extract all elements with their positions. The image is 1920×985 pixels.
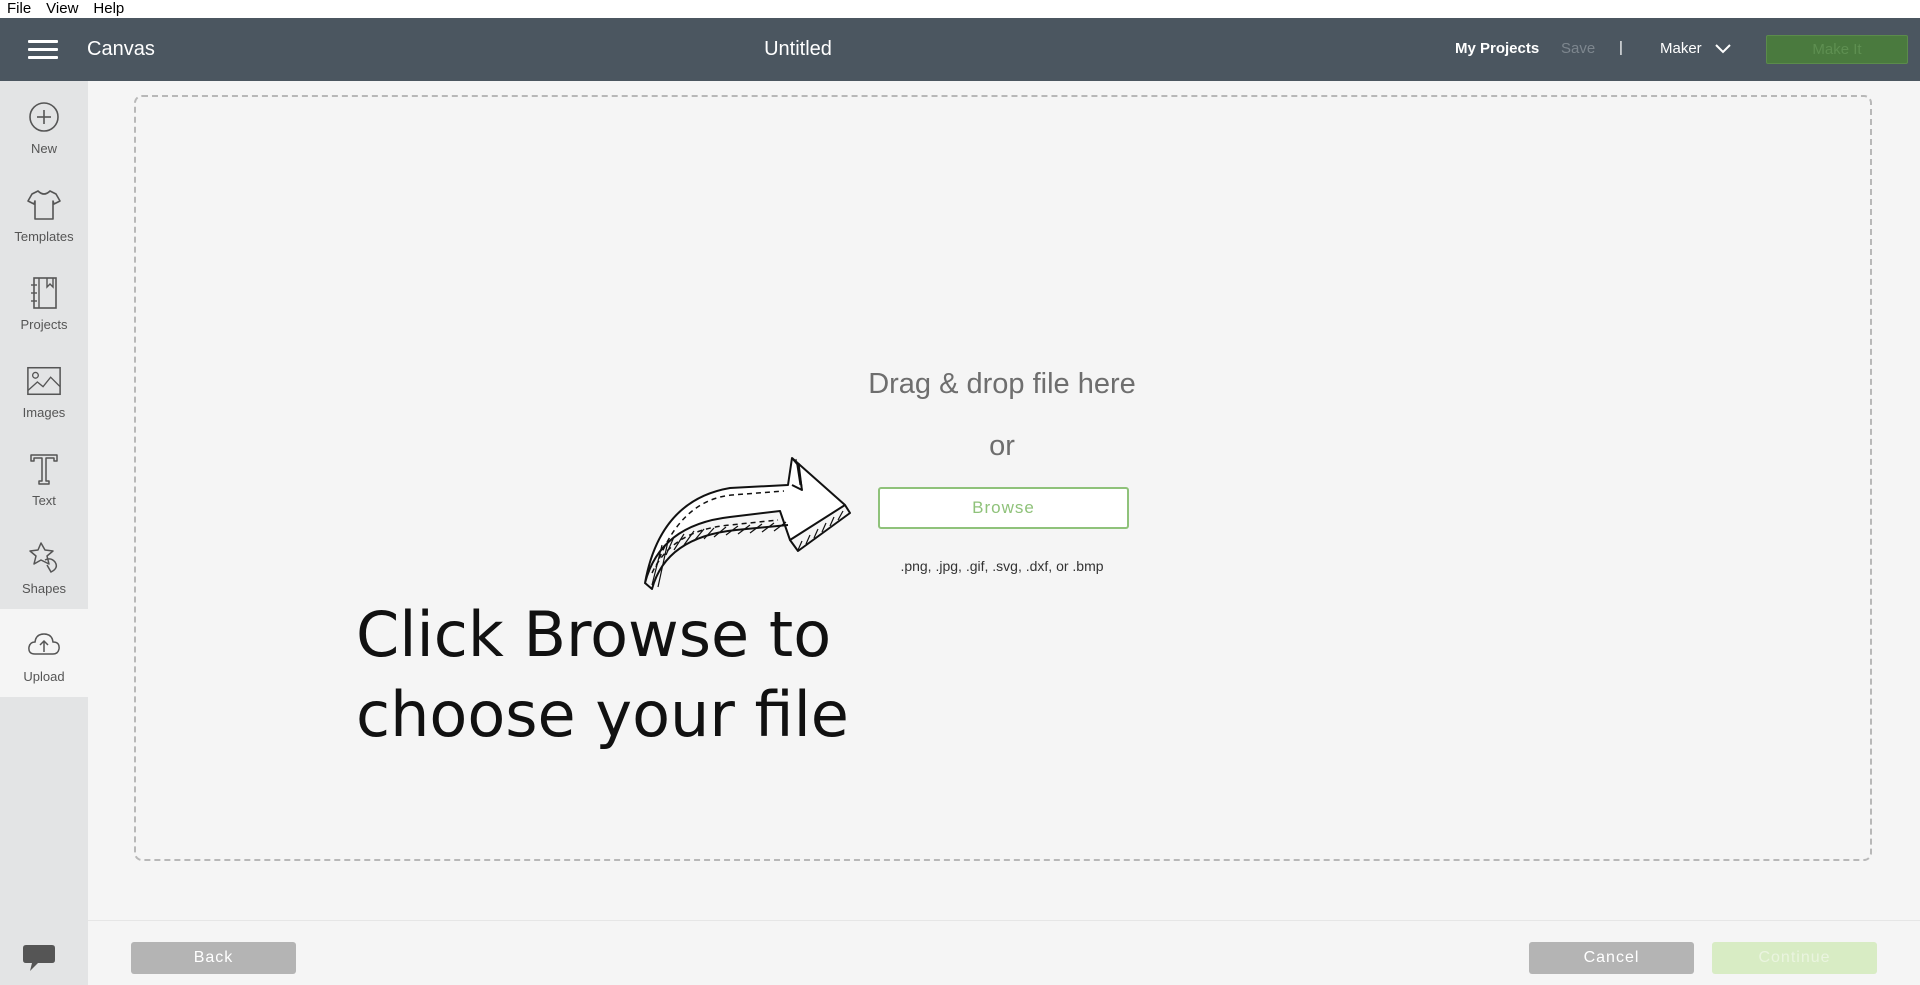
menu-bar: File View Help: [0, 0, 1920, 18]
sidebar-item-label: New: [30, 141, 57, 156]
or-text: or: [989, 430, 1015, 462]
supported-formats-text: .png, .jpg, .gif, .svg, .dxf, or .bmp: [900, 558, 1104, 574]
make-it-button[interactable]: Make It: [1766, 35, 1908, 64]
sidebar-item-new[interactable]: New: [0, 81, 88, 169]
chevron-down-icon: [1714, 43, 1731, 53]
machine-label: Maker: [1660, 40, 1702, 57]
app-header: Canvas Untitled My Projects Save | Maker…: [0, 18, 1920, 81]
menu-view[interactable]: View: [39, 1, 86, 16]
sidebar-item-label: Upload: [23, 669, 65, 684]
my-projects-link[interactable]: My Projects: [1455, 40, 1539, 57]
sidebar-item-label: Images: [22, 405, 66, 420]
menu-file[interactable]: File: [0, 1, 39, 16]
plus-circle-icon: [26, 99, 62, 135]
chat-bubble-icon[interactable]: [22, 943, 56, 978]
sidebar-item-templates[interactable]: Templates: [0, 169, 88, 257]
tshirt-icon: [26, 187, 62, 223]
document-title: Untitled: [764, 38, 832, 60]
sidebar-item-label: Projects: [20, 317, 68, 332]
sidebar-item-label: Templates: [14, 229, 74, 244]
sidebar-item-projects[interactable]: Projects: [0, 257, 88, 345]
sidebar-item-upload[interactable]: Upload: [0, 609, 88, 697]
continue-button[interactable]: Continue: [1712, 942, 1877, 974]
save-button[interactable]: Save: [1561, 40, 1595, 57]
cancel-button[interactable]: Cancel: [1529, 942, 1694, 974]
footer-divider: [88, 920, 1920, 921]
browse-button[interactable]: Browse: [878, 487, 1129, 529]
sidebar-item-label: Text: [32, 493, 56, 508]
notebook-icon: [26, 275, 62, 311]
sidebar: New Templates Projects Images Text Shape…: [0, 81, 88, 985]
back-button[interactable]: Back: [131, 942, 296, 974]
annotation-line-2: choose your file: [356, 678, 849, 751]
instruction-annotation: Click Browse to choose your file: [356, 595, 849, 755]
cloud-upload-icon: [26, 627, 62, 663]
drag-drop-text: Drag & drop file here: [868, 368, 1136, 400]
annotation-line-1: Click Browse to: [356, 598, 832, 671]
header-separator: |: [1619, 39, 1623, 56]
machine-selector[interactable]: Maker: [1660, 40, 1731, 57]
curved-arrow-icon: [644, 457, 851, 590]
sidebar-item-label: Shapes: [21, 581, 67, 596]
menu-help[interactable]: Help: [86, 1, 132, 16]
